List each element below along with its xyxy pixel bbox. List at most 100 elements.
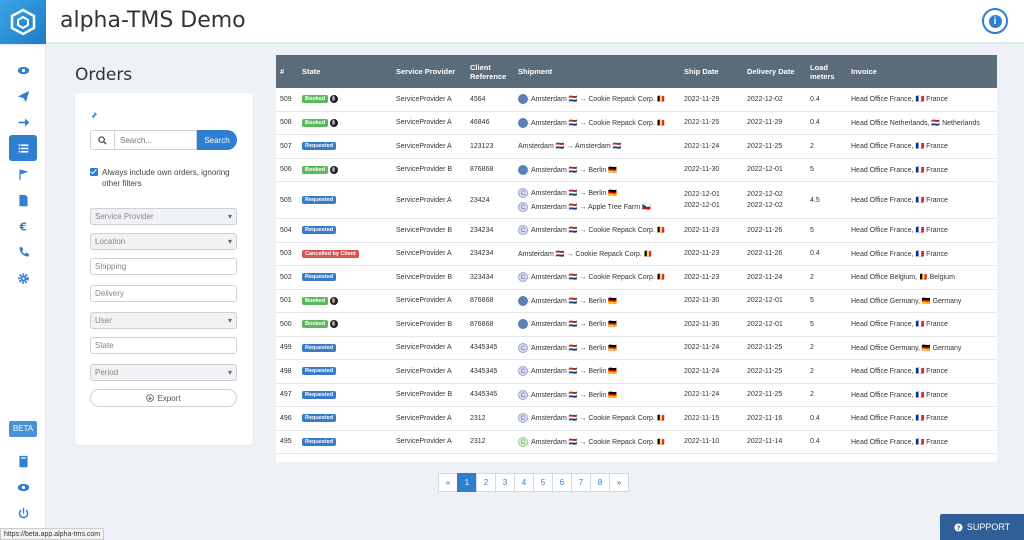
sidebar-item-preview[interactable]	[9, 474, 37, 500]
col-state-cell: Booked	[302, 159, 339, 182]
shipment-link[interactable]: C Amsterdam 🇳🇱 → Apple Tree Farm 🇨🇿	[518, 202, 651, 212]
col-number-cell: 507	[280, 142, 292, 150]
table-row[interactable]: 497 Requested ServiceProvider B 4345345 C Ams…	[276, 384, 997, 407]
pagination-next[interactable]: »	[609, 473, 629, 492]
sidebar-item-settings[interactable]	[9, 265, 37, 291]
col-invoice-header[interactable]: Invoice	[851, 55, 877, 88]
col-shipment-header[interactable]: Shipment	[518, 55, 552, 88]
col-state-cell: Requested	[302, 266, 337, 289]
shipment-link[interactable]: C Amsterdam 🇳🇱 → Cookie Repack Corp. 🇧🇪	[518, 413, 666, 424]
col-number-cell: 505	[280, 196, 292, 204]
pagination-page-4[interactable]: 4	[514, 473, 534, 492]
col-invoice-cell: Head Office France, 🇫🇷 France	[851, 227, 948, 235]
sidebar-item-finance[interactable]: €	[9, 213, 37, 239]
shipment-link[interactable]: Amsterdam 🇳🇱 → Cookie Repack Corp. 🇧🇪	[518, 250, 653, 258]
col-state-cell: Booked	[302, 88, 339, 111]
col-number-cell: 498	[280, 367, 292, 375]
col-delivery-date-cell: 2022-11-29	[747, 119, 783, 127]
sidebar-item-docs[interactable]	[9, 448, 37, 474]
support-button[interactable]: ? SUPPORT	[940, 514, 1024, 540]
shipment-link[interactable]: Amsterdam 🇳🇱 → Berlin 🇩🇪	[518, 295, 617, 306]
shipment-link[interactable]: C Amsterdam 🇳🇱 → Berlin 🇩🇪	[518, 366, 617, 377]
col-load-meters-cell: 5	[810, 320, 814, 328]
shipment-link[interactable]: C Amsterdam 🇳🇱 → Berlin 🇩🇪	[518, 389, 617, 400]
table-row[interactable]: 503 Cancelled by Client ServiceProvider A 2…	[276, 243, 997, 266]
period-select[interactable]: Period	[90, 364, 237, 381]
col-invoice-cell: Head Office France, 🇫🇷 France	[851, 143, 948, 151]
col-shipment-cell: C Amsterdam 🇳🇱 → Berlin 🇩🇪	[518, 360, 617, 383]
shipment-link[interactable]: Amsterdam 🇳🇱 → Berlin 🇩🇪	[518, 319, 617, 330]
shipment-link[interactable]: C Amsterdam 🇳🇱 → Cookie Repack Corp. 🇧🇪	[518, 436, 666, 447]
col-state-header[interactable]: State	[302, 55, 320, 88]
col-delivery-date-cell: 2022-12-01	[747, 297, 783, 305]
col-ship-date-cell: 2022-11-23	[684, 250, 720, 258]
delivery-input[interactable]: Delivery	[90, 285, 237, 302]
col-number-header[interactable]: #	[280, 55, 284, 88]
pagination-page-1[interactable]: 1	[457, 473, 477, 492]
shipment-link[interactable]: C Amsterdam 🇳🇱 → Berlin 🇩🇪	[518, 342, 617, 353]
sidebar-item-transfer[interactable]	[9, 109, 37, 135]
col-service-provider-header[interactable]: Service Provider	[396, 55, 455, 88]
table-row[interactable]: 509 Booked ServiceProvider A 4564 Amsterdam …	[276, 88, 997, 112]
shipment-link[interactable]: C Amsterdam 🇳🇱 → Berlin 🇩🇪	[518, 188, 617, 198]
col-client-reference-cell: 4345345	[470, 391, 498, 399]
col-delivery-date-header[interactable]: Delivery Date	[747, 55, 795, 88]
app-title: alpha-TMS Demo	[60, 8, 246, 33]
location-select[interactable]: Location	[90, 233, 237, 250]
col-ship-date-header[interactable]: Ship Date	[684, 55, 719, 88]
shipment-link[interactable]: Amsterdam 🇳🇱 → Berlin 🇩🇪	[518, 164, 617, 175]
user-select[interactable]: User	[90, 312, 237, 329]
shipment-link[interactable]: Amsterdam 🇳🇱 → Amsterdam 🇳🇱	[518, 142, 621, 150]
sidebar-item-overview[interactable]	[9, 57, 37, 83]
page-title: Orders	[75, 65, 133, 85]
sidebar-item-documents[interactable]	[9, 187, 37, 213]
pagination-page-2[interactable]: 2	[476, 473, 496, 492]
shipping-input[interactable]: Shipping	[90, 258, 237, 275]
table-row[interactable]: 495 Requested ServiceProvider A 2312 C Amster…	[276, 431, 997, 454]
shipment-link[interactable]: C Amsterdam 🇳🇱 → Cookie Repack Corp. 🇧🇪	[518, 272, 666, 283]
col-number-cell: 496	[280, 414, 292, 422]
pagination-page-3[interactable]: 3	[495, 473, 515, 492]
sidebar-item-orders[interactable]	[9, 135, 37, 161]
sidebar-item-send[interactable]	[9, 83, 37, 109]
table-row[interactable]: 496 Requested ServiceProvider A 2312 C Amster…	[276, 407, 997, 431]
table-row[interactable]: 508 Booked ServiceProvider A 46846 Amsterdam…	[276, 112, 997, 135]
col-number-cell: 499	[280, 344, 292, 352]
pagination-page-7[interactable]: 7	[571, 473, 591, 492]
table-row[interactable]: 502 Requested ServiceProvider B 323434 C Amst…	[276, 266, 997, 290]
table-row[interactable]: 506 Booked ServiceProvider B 876868 Amsterda…	[276, 159, 997, 182]
table-row[interactable]: 500 Booked ServiceProvider B 876868 Amsterda…	[276, 313, 997, 337]
table-row[interactable]: 507 Requested ServiceProvider A 123123 Amste…	[276, 135, 997, 159]
col-ship-date-cell: 2022-11-23	[684, 273, 720, 281]
info-button[interactable]: i	[982, 8, 1008, 34]
pagination-page-6[interactable]: 6	[552, 473, 572, 492]
table-row[interactable]: 499 Requested ServiceProvider A 4345345 C Ams…	[276, 337, 997, 360]
state-input[interactable]: State	[90, 337, 237, 354]
pagination-prev[interactable]: «	[438, 473, 458, 492]
app-logo[interactable]	[0, 0, 46, 44]
pin-button[interactable]	[89, 107, 98, 125]
shipment-link[interactable]: Amsterdam 🇳🇱 → Cookie Repack Corp. 🇧🇪	[518, 117, 666, 128]
table-row[interactable]: 505 Requested ServiceProvider A 23424 C Amste…	[276, 182, 997, 219]
service-provider-select[interactable]: Service Provider	[90, 208, 237, 225]
table-row[interactable]: 498 Requested ServiceProvider A 4345345 C Ams…	[276, 360, 997, 384]
sidebar-item-flags[interactable]	[9, 161, 37, 187]
col-client-reference-header[interactable]: Client Reference	[470, 55, 506, 88]
sidebar-item-contacts[interactable]	[9, 239, 37, 265]
own-orders-checkbox[interactable]	[90, 168, 98, 176]
shipment-link[interactable]: Amsterdam 🇳🇱 → Cookie Repack Corp. 🇧🇪	[518, 94, 666, 105]
table-row[interactable]: 501 Booked ServiceProvider A 876868 Amsterda…	[276, 290, 997, 313]
sidebar-item-logout[interactable]	[9, 500, 37, 526]
col-state-cell: Booked	[302, 112, 339, 135]
col-load-meters-header[interactable]: Load meters	[810, 55, 844, 88]
col-invoice-cell: Head Office France, 🇫🇷 France	[851, 96, 948, 104]
export-button[interactable]: Export	[90, 389, 237, 407]
table-row[interactable]: 504 Requested ServiceProvider B 234234 C Amst…	[276, 219, 997, 243]
col-state-cell: Requested	[302, 384, 337, 407]
search-input[interactable]	[114, 130, 197, 150]
pagination-page-8[interactable]: 8	[590, 473, 610, 492]
search-button[interactable]: Search	[197, 130, 237, 150]
col-service-provider-cell: ServiceProvider A	[396, 95, 452, 103]
shipment-link[interactable]: C Amsterdam 🇳🇱 → Cookie Repack Corp. 🇧🇪	[518, 225, 666, 236]
pagination-page-5[interactable]: 5	[533, 473, 553, 492]
